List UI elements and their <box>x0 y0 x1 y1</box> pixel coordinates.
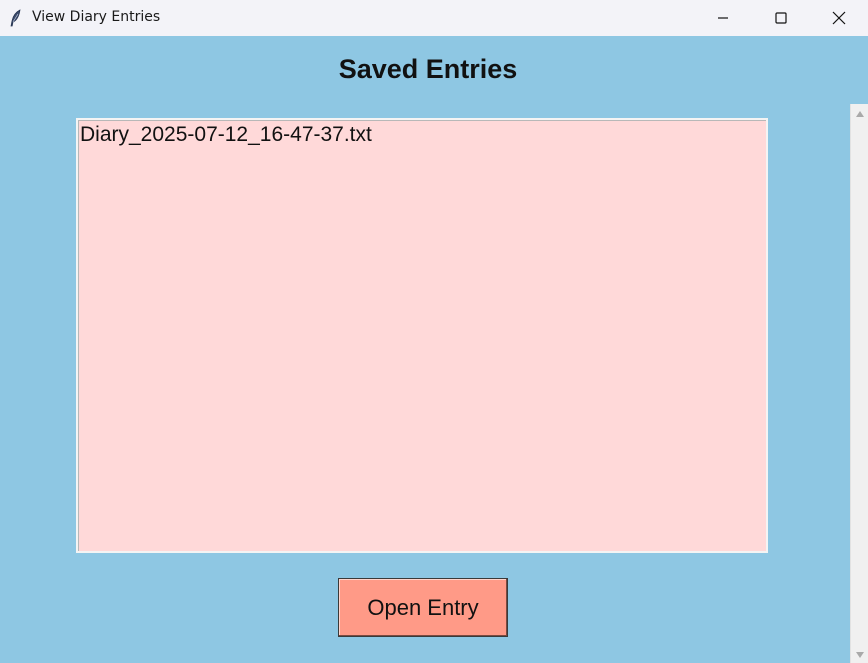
entries-listbox[interactable]: Diary_2025-07-12_16-47-37.txt <box>76 118 768 553</box>
maximize-button[interactable] <box>752 0 810 36</box>
minimize-icon <box>718 17 728 19</box>
main-window: Saved Entries Diary_2025-07-12_16-47-37.… <box>0 36 868 663</box>
title-bar: View Diary Entries <box>0 0 868 36</box>
close-icon <box>832 11 846 25</box>
maximize-icon <box>775 12 787 24</box>
scroll-down-icon[interactable] <box>855 651 865 659</box>
feather-icon <box>10 9 21 27</box>
close-button[interactable] <box>810 0 868 36</box>
page-title: Saved Entries <box>338 54 518 84</box>
open-entry-button[interactable]: Open Entry <box>338 578 508 637</box>
scroll-up-icon[interactable] <box>855 110 865 118</box>
minimize-button[interactable] <box>694 0 752 36</box>
vertical-scrollbar[interactable] <box>850 104 868 663</box>
list-item[interactable]: Diary_2025-07-12_16-47-37.txt <box>80 123 372 147</box>
window-title: View Diary Entries <box>32 9 161 25</box>
